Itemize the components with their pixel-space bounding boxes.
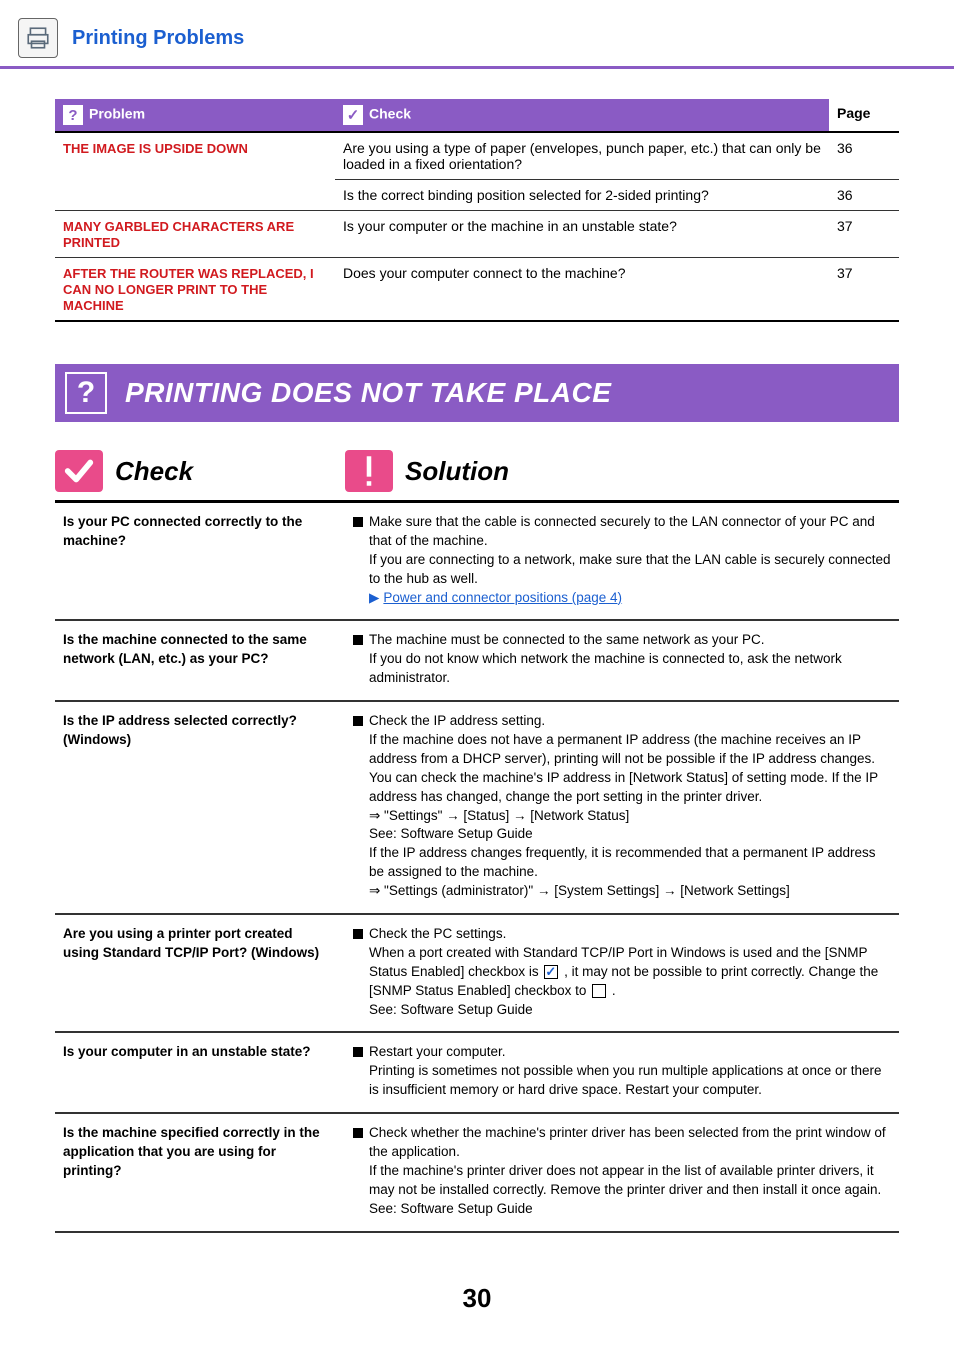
solution-cell: Check whether the machine's printer driv… — [345, 1113, 899, 1231]
question-icon: ? — [65, 372, 107, 414]
table-row: AFTER THE ROUTER WAS REPLACED, I CAN NO … — [55, 258, 899, 322]
solution-line: If the machine's printer driver does not… — [369, 1163, 881, 1197]
check-text: Is the machine specified correctly in th… — [55, 1113, 345, 1231]
table-row: Is your PC connected correctly to the ma… — [55, 503, 899, 620]
solution-cell: Check the IP address setting. If the mac… — [345, 701, 899, 914]
check-icon — [55, 450, 103, 492]
check-cell: Does your computer connect to the machin… — [335, 258, 829, 322]
table-row: Is the machine connected to the same net… — [55, 620, 899, 701]
section-banner: ? PRINTING DOES NOT TAKE PLACE — [55, 364, 899, 422]
section-title: Printing Problems — [72, 27, 244, 50]
page-header: Printing Problems — [0, 0, 954, 69]
solution-lead: Check whether the machine's printer driv… — [369, 1125, 886, 1159]
page-cell: 36 — [829, 132, 899, 180]
solution-rest: If you are connecting to a network, make… — [369, 552, 891, 586]
solution-cell: The machine must be connected to the sam… — [345, 620, 899, 701]
table-row: Is the machine specified correctly in th… — [55, 1113, 899, 1231]
col-problem: ? Problem — [55, 99, 335, 132]
solution-cell: Check the PC settings. When a port creat… — [345, 914, 899, 1032]
bullet-icon — [353, 635, 363, 645]
link[interactable]: Power and connector positions (page 4) — [383, 590, 622, 605]
check-solution-header: Check Solution — [55, 450, 899, 503]
bullet-icon — [353, 929, 363, 939]
bullet-icon — [353, 517, 363, 527]
table-row: MANY GARBLED CHARACTERS ARE PRINTED Is y… — [55, 211, 899, 258]
table-row: THE IMAGE IS UPSIDE DOWN Are you using a… — [55, 132, 899, 180]
solution-line: See: Software Setup Guide — [369, 1201, 533, 1216]
check-cell: Are you using a type of paper (envelopes… — [335, 132, 829, 180]
solution-rest: Printing is sometimes not possible when … — [369, 1063, 882, 1097]
problem-link[interactable]: MANY GARBLED CHARACTERS ARE PRINTED — [63, 219, 294, 250]
check-text: Is the IP address selected correctly? (W… — [55, 701, 345, 914]
problem-check-table: ? Problem ✓ Check Page THE IMAGE IS UPSIDE… — [55, 99, 899, 322]
solution-lead: Check the PC settings. — [369, 926, 506, 941]
solution-line: If the machine does not have a permanent… — [369, 732, 875, 766]
bullet-icon — [353, 1047, 363, 1057]
page-cell: 36 — [829, 180, 899, 211]
question-icon: ? — [63, 105, 83, 125]
col-problem-label: Problem — [89, 106, 145, 122]
solution-cell: Make sure that the cable is connected se… — [345, 503, 899, 620]
check-text: Are you using a printer port created usi… — [55, 914, 345, 1032]
page-cell: 37 — [829, 211, 899, 258]
bullet-icon — [353, 716, 363, 726]
solution-line: See: Software Setup Guide — [369, 826, 533, 841]
solution-line: You can check the machine's IP address i… — [369, 770, 878, 804]
solution-lead: Check the IP address setting. — [369, 713, 545, 728]
check-text: Is the machine connected to the same net… — [55, 620, 345, 701]
col-page-label: Page — [837, 105, 870, 121]
table-row: Are you using a printer port created usi… — [55, 914, 899, 1032]
solution-line: ⇒ "Settings" → [Status] → [Network Statu… — [369, 808, 629, 823]
check-label: Check — [115, 456, 193, 487]
check-cell: Is the correct binding position selected… — [335, 180, 829, 211]
solution-line: If the IP address changes frequently, it… — [369, 845, 876, 879]
table-row: Is your computer in an unstable state? R… — [55, 1032, 899, 1113]
check-text: Is your PC connected correctly to the ma… — [55, 503, 345, 620]
check-text: Is your computer in an unstable state? — [55, 1032, 345, 1113]
table-row: Is the IP address selected correctly? (W… — [55, 701, 899, 914]
bullet-icon — [353, 1128, 363, 1138]
banner-title: PRINTING DOES NOT TAKE PLACE — [125, 377, 611, 409]
col-check-label: Check — [369, 106, 411, 122]
triangle-icon: ▶ — [369, 590, 379, 605]
col-page: Page — [829, 99, 899, 132]
checkbox-unchecked-icon — [592, 984, 606, 998]
problem-link[interactable]: AFTER THE ROUTER WAS REPLACED, I CAN NO … — [63, 266, 314, 313]
solution-cell: Restart your computer. Printing is somet… — [345, 1032, 899, 1113]
checkbox-checked-icon — [544, 965, 558, 979]
solution-lead: Restart your computer. — [369, 1044, 506, 1059]
solution-line: . — [608, 983, 616, 998]
solution-label: Solution — [405, 456, 509, 487]
solutions-table: Is your PC connected correctly to the ma… — [55, 503, 899, 1233]
check-icon: ✓ — [343, 105, 363, 125]
solution-rest: If you do not know which network the mac… — [369, 651, 842, 685]
page-cell: 37 — [829, 258, 899, 322]
problem-link[interactable]: THE IMAGE IS UPSIDE DOWN — [63, 141, 248, 156]
solution-line: ⇒ "Settings (administrator)" → [System S… — [369, 883, 790, 898]
printer-icon — [18, 18, 58, 58]
solution-line: See: Software Setup Guide — [369, 1002, 533, 1017]
solution-lead: Make sure that the cable is connected se… — [369, 514, 875, 548]
check-cell: Is your computer or the machine in an un… — [335, 211, 829, 258]
solution-lead: The machine must be connected to the sam… — [369, 632, 764, 647]
col-check: ✓ Check — [335, 99, 829, 132]
exclamation-icon — [345, 450, 393, 492]
page-number: 30 — [0, 1283, 954, 1314]
